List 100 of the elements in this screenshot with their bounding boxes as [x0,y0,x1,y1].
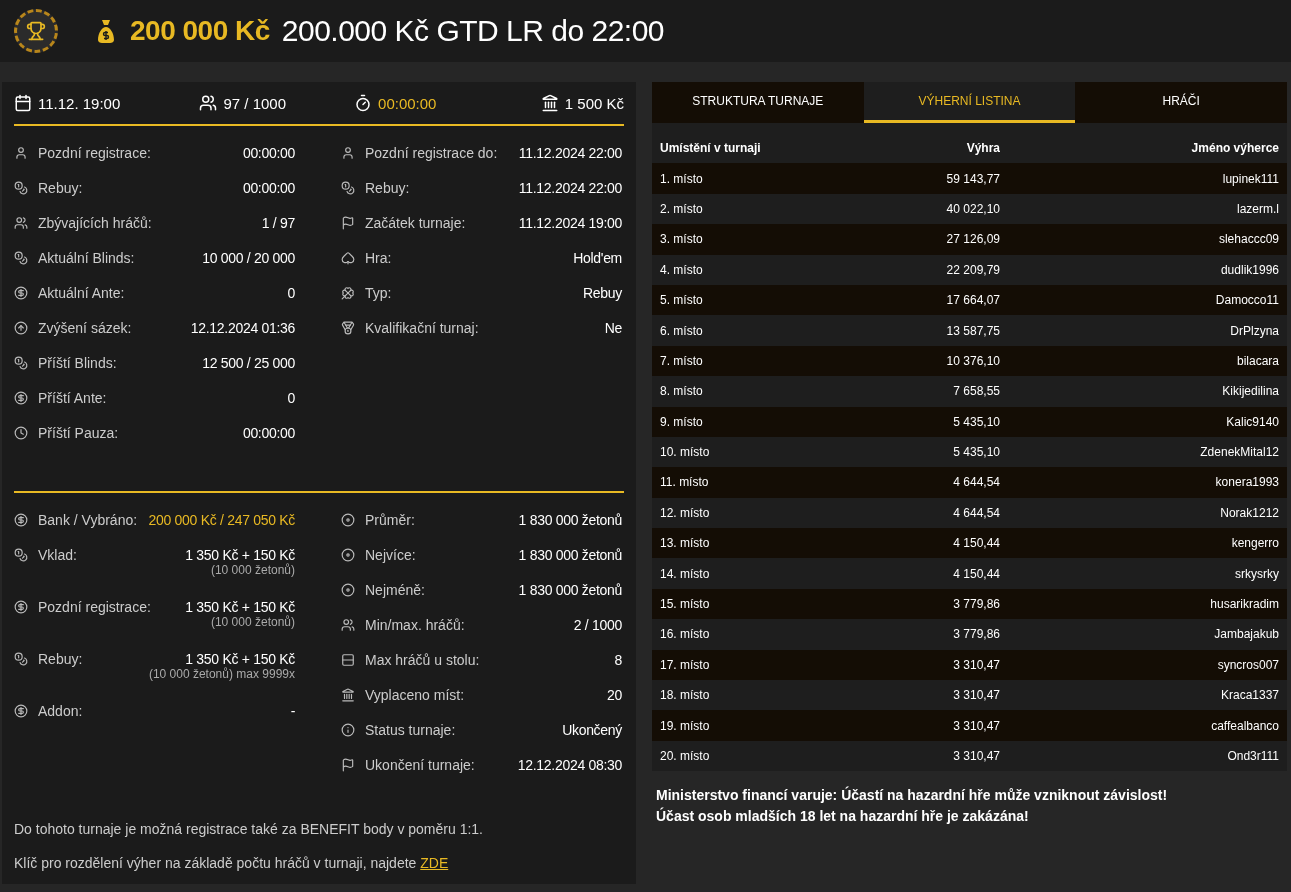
field-label: Pozdní registrace: [38,599,151,615]
table-cell-text: Jambajakub [1213,627,1279,642]
field-label: Vyplaceno míst: [365,687,465,703]
field-value: 1 350 Kč + 150 Kč [185,547,295,563]
table-cell-text: 3. místo [660,232,704,247]
table-cell-text: 3 779,86 [952,627,1000,642]
table-cell-text: 3 779,86 [952,597,1000,612]
table-cell-text: 4 150,44 [952,536,1000,551]
table-cell-text: 5 435,10 [952,414,1000,429]
table-cell-text: 13. místo [660,536,711,551]
chip-note: (10 000 žetonů) [210,563,295,577]
summary-value: 00:00:00 [378,94,437,112]
user-icon [341,146,355,160]
field-label: Začátek turnaje: [365,215,466,231]
table-cell-text: 10 376,10 [945,353,1000,368]
table-cell-text: syncros007 [1216,657,1279,672]
field-value: Rebuy [583,285,622,301]
table-cell-text: 8. místo [660,384,704,399]
table-cell-text: 40 022,10 [945,201,1000,216]
coins-icon [341,181,355,195]
field-label: Nejméně: [365,582,425,598]
field-label: Příští Blinds: [38,355,117,371]
field-value: 0 [287,390,295,406]
field-value: Ne [604,320,622,336]
table-cell-text: 19. místo [660,718,711,733]
table-cell-text: Ond3r111 [1226,749,1279,763]
dollar-coin-icon [14,600,28,614]
field-value: Hold'em [573,250,622,266]
table-cell-text: slehaccc09 [1217,232,1279,247]
clover-icon [341,286,355,300]
column-header: Jméno výherce [1190,141,1279,156]
field-label: Rebuy: [38,651,83,667]
table-cell-text: Damocco11 [1214,293,1279,308]
field-value: 11.12.2024 22:00 [518,180,622,196]
field-value: 8 [614,652,622,668]
flag-icon [341,758,355,772]
summary-value: 97 / 1000 [223,94,287,112]
field-label: Zvýšení sázek: [38,320,132,336]
table-cell-text: 4 644,54 [952,475,1000,490]
field-value: 1 / 97 [261,215,295,231]
field-value: 1 830 000 žetonů [518,547,622,563]
column-header: Výhra [965,141,1000,156]
field-value: 00:00:00 [242,180,295,196]
field-label: Pozdní registrace do: [365,145,498,161]
table-cell-text: 2. místo [660,201,704,216]
table-cell-text: 3 310,47 [952,688,1000,703]
field-value: 12 500 / 25 000 [202,355,295,371]
field-label: Ukončení turnaje: [365,757,475,773]
table-cell-text: Kalic9140 [1225,414,1279,429]
table-cell-text: 7. místo [660,353,704,368]
gambling-warning: Ministerstvo financí varuje: Účastí na hazardní hře může vzniknout závislost! Účast osob mladších 18 let na hazardní hře je zakázána! [656,785,1169,827]
table-cell-text: 15. místo [660,597,711,612]
users-icon [199,94,218,112]
field-label: Aktuální Blinds: [38,250,135,266]
field-value: 2 / 1000 [573,617,622,633]
stopwatch-icon [354,94,373,112]
field-value: 20 [607,687,622,703]
field-value: 1 830 000 žetonů [518,582,622,598]
table-cell-text: lazerm.l [1236,201,1279,216]
field-value: 11.12.2024 19:00 [518,215,622,231]
field-value: 12.12.2024 08:30 [517,757,622,773]
table-cell-text: dudlik1996 [1219,262,1279,277]
table-cell-text: 10. místo [660,445,711,460]
table-cell-text: 27 126,09 [945,232,1000,247]
tab[interactable]: VÝHERNÍ LISTINA [863,82,1076,123]
summary-value: 11.12. 19:00 [38,94,121,112]
field-label: Addon: [38,703,83,719]
prize-amount: 200 000 Kč [130,15,270,47]
table-cell-text: husarikradim [1209,597,1279,612]
link[interactable]: ZDE [420,855,449,871]
field-label: Kvalifikační turnaj: [365,320,479,336]
coins-icon [14,251,28,265]
table-cell-text: 12. místo [660,505,711,520]
table-cell-text: 5. místo [660,293,704,308]
users-icon [341,618,355,632]
table-cell-text: 4. místo [660,262,704,277]
chip-note: (10 000 žetonů) [210,615,295,629]
field-label: Pozdní registrace: [38,145,151,161]
chip-icon [341,513,355,527]
table-icon [341,653,355,667]
field-label: Nejvíce: [365,547,416,563]
table-cell-text: 3 310,47 [952,657,1000,672]
field-label: Příští Ante: [38,390,107,406]
table-cell-text: 5 435,10 [952,445,1000,460]
field-label: Min/max. hráčů: [365,617,465,633]
field-label: Zbývajících hráčů: [38,215,152,231]
field-value: 1 830 000 žetonů [518,512,622,528]
table-cell-text: 6. místo [660,323,704,338]
table-cell-text: 17. místo [660,657,711,672]
dollar-coin-icon [14,704,28,718]
field-label: Rebuy: [38,180,83,196]
info-icon [341,723,355,737]
table-cell-text: konera1993 [1214,475,1279,490]
field-value: Ukončený [562,722,622,738]
dollar-coin-icon [14,286,28,300]
field-value: 11.12.2024 22:00 [518,145,622,161]
table-cell-text: Kikijedilina [1221,384,1279,399]
field-value: 1 350 Kč + 150 Kč [185,599,295,615]
field-value: 0 [287,285,295,301]
tournament-title: 200.000 Kč GTD LR do 22:00 [281,14,665,48]
